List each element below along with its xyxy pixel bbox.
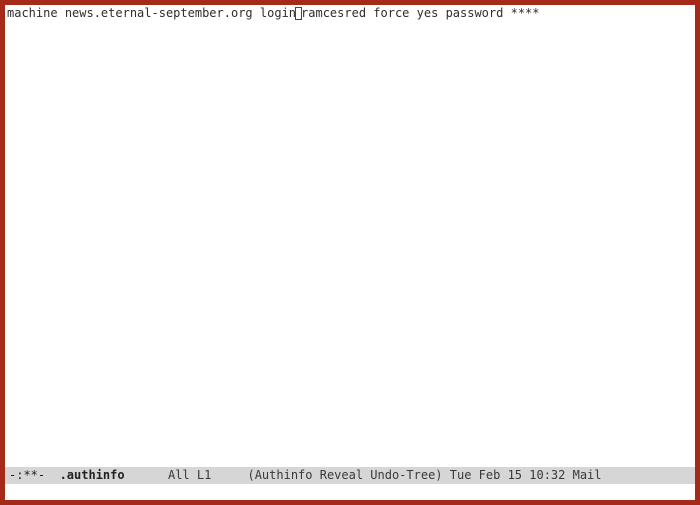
- emacs-frame: machine news.eternal-september.org login…: [5, 5, 695, 500]
- mode-indicators: (Authinfo Reveal Undo-Tree): [247, 468, 442, 482]
- token-space: [438, 6, 445, 20]
- buffer-name: .authinfo: [60, 468, 125, 482]
- token-keyword: machine: [7, 6, 58, 20]
- mode-line[interactable]: -:**- .authinfo All L1 (Authinfo Reveal …: [5, 467, 695, 484]
- modified-indicator: -:**-: [9, 468, 45, 482]
- token-password-masked: ****: [511, 6, 540, 20]
- token-keyword: login: [260, 6, 296, 20]
- line-number: L1: [197, 468, 211, 482]
- token-space: [253, 6, 260, 20]
- token-space: [58, 6, 65, 20]
- token-space: [409, 6, 416, 20]
- buffer-area[interactable]: machine news.eternal-september.org login…: [5, 5, 695, 467]
- token-keyword: password: [446, 6, 504, 20]
- token-host: news.eternal-september.org: [65, 6, 253, 20]
- minibuffer[interactable]: [5, 484, 695, 500]
- token-user: ramcesred: [301, 6, 366, 20]
- token-value: yes: [417, 6, 439, 20]
- mail-indicator: Mail: [573, 468, 602, 482]
- time-display: Tue Feb 15 10:32: [450, 468, 566, 482]
- token-space: [503, 6, 510, 20]
- buffer-position: All: [168, 468, 190, 482]
- token-keyword: force: [373, 6, 409, 20]
